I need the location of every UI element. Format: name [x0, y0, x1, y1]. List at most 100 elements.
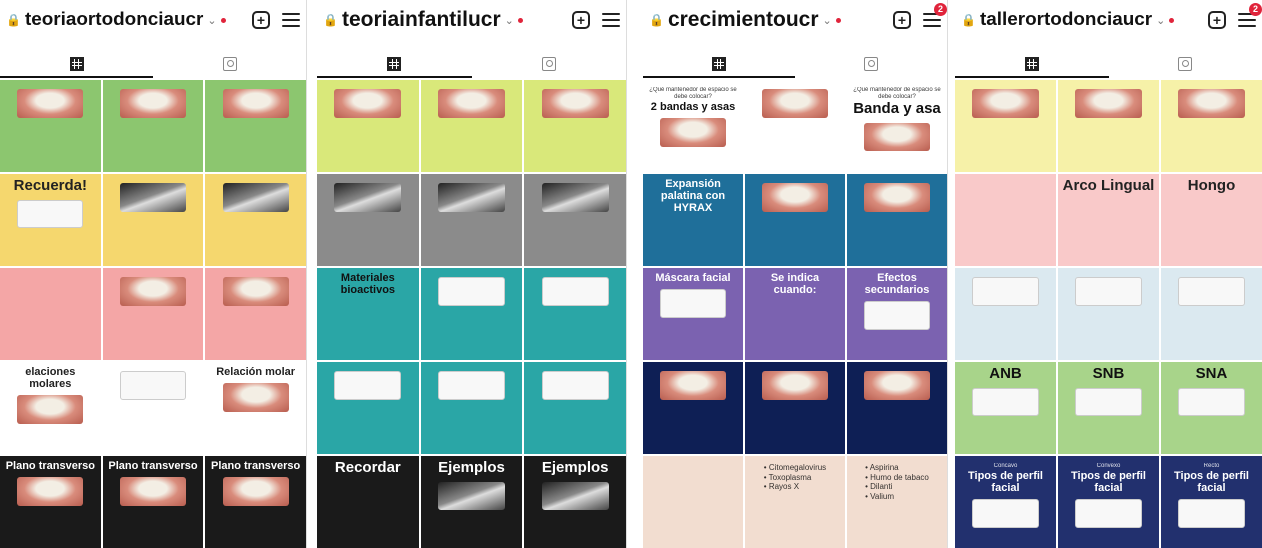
- post-image: [17, 477, 84, 506]
- create-post-icon[interactable]: +: [572, 11, 590, 29]
- menu-icon[interactable]: [602, 13, 620, 27]
- tab-posts[interactable]: [955, 50, 1109, 78]
- post-thumbnail[interactable]: [205, 174, 306, 266]
- post-thumbnail[interactable]: ANB: [955, 362, 1056, 454]
- post-thumbnail[interactable]: [1058, 268, 1159, 360]
- post-thumbnail[interactable]: • Citomegalovirus • Toxoplasma • Rayos X: [745, 456, 845, 548]
- post-thumbnail[interactable]: Ejemplos: [420, 456, 523, 548]
- chevron-down-icon[interactable]: ⌄: [207, 14, 216, 27]
- post-thumbnail[interactable]: [0, 80, 101, 172]
- grid-icon: [712, 57, 726, 71]
- username[interactable]: teoriaortodonciaucr: [25, 9, 203, 31]
- post-image: [119, 183, 187, 212]
- post-thumbnail[interactable]: Arco Lingual: [1058, 174, 1159, 266]
- post-thumbnail[interactable]: [102, 80, 204, 172]
- chevron-down-icon[interactable]: ⌄: [1156, 14, 1165, 27]
- post-thumbnail[interactable]: Expansión palatina con HYRAX: [643, 174, 743, 266]
- post-thumbnail[interactable]: [847, 174, 947, 266]
- post-thumbnail[interactable]: [420, 174, 523, 266]
- post-image: [438, 183, 505, 212]
- post-thumbnail[interactable]: Plano transverso: [0, 456, 101, 548]
- post-thumbnail[interactable]: [524, 80, 626, 172]
- notification-dot: [517, 17, 523, 23]
- post-thumbnail[interactable]: Recto Tipos de perfil facial: [1161, 456, 1262, 548]
- post-thumbnail[interactable]: Relación molar: [205, 362, 306, 454]
- tab-posts[interactable]: [317, 50, 472, 78]
- post-thumbnail[interactable]: [0, 268, 101, 360]
- post-title: Plano transverso: [108, 460, 198, 472]
- menu-icon[interactable]: 2: [1238, 3, 1262, 27]
- tab-tagged[interactable]: [153, 50, 306, 78]
- post-thumbnail[interactable]: SNB: [1058, 362, 1159, 454]
- post-thumbnail[interactable]: [955, 268, 1056, 360]
- profile-screen-2: 🔒 teoriainfantilucr ⌄ + Materiales bioac…: [317, 0, 627, 548]
- post-thumbnail[interactable]: Máscara facial: [643, 268, 743, 360]
- username[interactable]: tallerortodonciaucr: [980, 9, 1152, 31]
- tab-tagged[interactable]: [472, 50, 627, 78]
- post-image: [119, 277, 187, 306]
- post-thumbnail[interactable]: [1161, 268, 1262, 360]
- post-thumbnail[interactable]: Se indica cuando:: [745, 268, 845, 360]
- post-thumbnail[interactable]: [745, 174, 845, 266]
- post-thumbnail[interactable]: elaciones molares: [0, 362, 101, 454]
- post-thumbnail[interactable]: [1058, 80, 1159, 172]
- post-thumbnail[interactable]: [524, 268, 626, 360]
- post-thumbnail[interactable]: [205, 80, 306, 172]
- post-image: [864, 122, 930, 152]
- profile-header: 🔒 tallerortodonciaucr ⌄ + 2: [955, 0, 1262, 40]
- tab-tagged[interactable]: [1109, 50, 1262, 78]
- post-title: Recordar: [334, 459, 401, 476]
- post-thumbnail[interactable]: [420, 362, 523, 454]
- post-thumbnail[interactable]: SNA: [1161, 362, 1262, 454]
- post-thumbnail[interactable]: [420, 80, 523, 172]
- post-thumbnail[interactable]: Concavo Tipos de perfil facial: [955, 456, 1056, 548]
- post-thumbnail[interactable]: [643, 456, 743, 548]
- post-image: [222, 183, 289, 212]
- post-thumbnail[interactable]: [102, 362, 204, 454]
- post-image: [972, 277, 1039, 306]
- post-thumbnail[interactable]: Ejemplos: [524, 456, 626, 548]
- username[interactable]: teoriainfantilucr: [342, 8, 501, 32]
- post-thumbnail[interactable]: [102, 268, 204, 360]
- menu-icon[interactable]: [282, 13, 300, 27]
- post-thumbnail[interactable]: [524, 174, 626, 266]
- tab-posts[interactable]: [643, 50, 795, 78]
- username[interactable]: crecimientoucr: [668, 8, 819, 32]
- post-thumbnail[interactable]: [955, 174, 1056, 266]
- post-thumbnail[interactable]: [745, 362, 845, 454]
- chevron-down-icon[interactable]: ⌄: [823, 14, 832, 27]
- create-post-icon[interactable]: +: [252, 11, 270, 29]
- post-thumbnail[interactable]: [955, 80, 1056, 172]
- create-post-icon[interactable]: +: [893, 11, 911, 29]
- post-thumbnail[interactable]: Plano transverso: [205, 456, 306, 548]
- post-thumbnail[interactable]: Efectos secundarios: [847, 268, 947, 360]
- post-thumbnail[interactable]: [643, 362, 743, 454]
- post-thumbnail[interactable]: Plano transverso: [102, 456, 204, 548]
- create-post-icon[interactable]: +: [1208, 11, 1226, 29]
- post-thumbnail[interactable]: [745, 80, 845, 172]
- post-thumbnail[interactable]: Hongo: [1161, 174, 1262, 266]
- post-thumbnail[interactable]: Recordar: [317, 456, 419, 548]
- post-thumbnail[interactable]: Convexo Tipos de perfil facial: [1058, 456, 1159, 548]
- tab-posts[interactable]: [0, 50, 153, 78]
- post-image: [1075, 277, 1142, 306]
- post-thumbnail[interactable]: ¿Qué mantenedor de espacio se debe coloc…: [643, 80, 743, 172]
- post-thumbnail[interactable]: [317, 174, 419, 266]
- tab-tagged[interactable]: [795, 50, 947, 78]
- post-thumbnail[interactable]: [847, 362, 947, 454]
- tagged-icon: [222, 57, 237, 71]
- post-thumbnail[interactable]: Recuerda!: [0, 174, 101, 266]
- chevron-down-icon[interactable]: ⌄: [505, 14, 514, 27]
- post-thumbnail[interactable]: [1161, 80, 1262, 172]
- post-thumbnail[interactable]: [420, 268, 523, 360]
- post-thumbnail[interactable]: [205, 268, 306, 360]
- post-thumbnail[interactable]: ¿Qué mantenedor de espacio se debe coloc…: [847, 80, 947, 172]
- post-thumbnail[interactable]: [524, 362, 626, 454]
- menu-icon[interactable]: 2: [923, 3, 947, 27]
- post-thumbnail[interactable]: Materiales bioactivos: [317, 268, 419, 360]
- post-title: Hongo: [1187, 177, 1236, 194]
- post-thumbnail[interactable]: [102, 174, 204, 266]
- post-thumbnail[interactable]: [317, 362, 419, 454]
- post-thumbnail[interactable]: • Aspirina • Humo de tabaco • Dilanti • …: [847, 456, 947, 548]
- post-thumbnail[interactable]: [317, 80, 419, 172]
